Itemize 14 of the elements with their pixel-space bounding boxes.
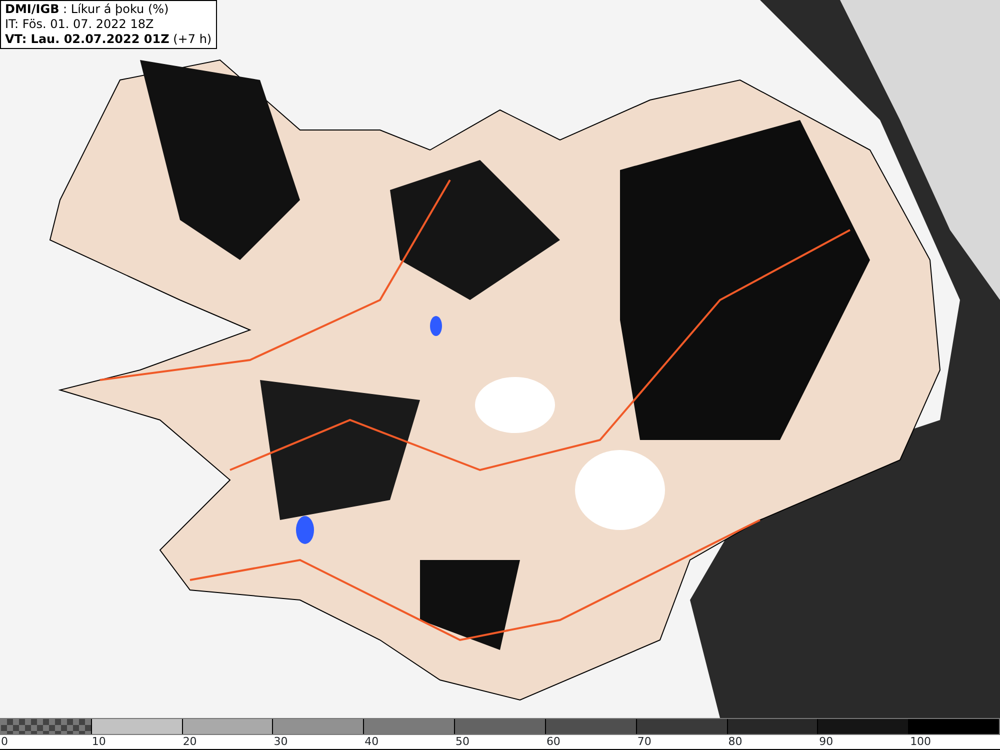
legend-label: 0	[1, 735, 8, 748]
legend-label: 20	[182, 735, 197, 748]
info-line: DMI/IGB : Líkur á þoku (%)	[5, 2, 170, 17]
info-line: VT: Lau. 02.07.2022 01Z (+7 h)	[5, 32, 212, 47]
legend-label: 60	[546, 735, 560, 748]
legend-label: 10	[92, 735, 106, 748]
legend-label: 80	[728, 735, 742, 748]
legend-label: 70	[637, 735, 652, 748]
legend-label: 100	[910, 735, 932, 748]
legend-label: 90	[819, 735, 834, 748]
legend-label: 50	[456, 735, 470, 748]
info-line: IT: Fös. 01. 07. 2022 18Z	[5, 17, 155, 32]
legend-label: 40	[364, 735, 379, 748]
legend-label: 30	[274, 735, 288, 748]
